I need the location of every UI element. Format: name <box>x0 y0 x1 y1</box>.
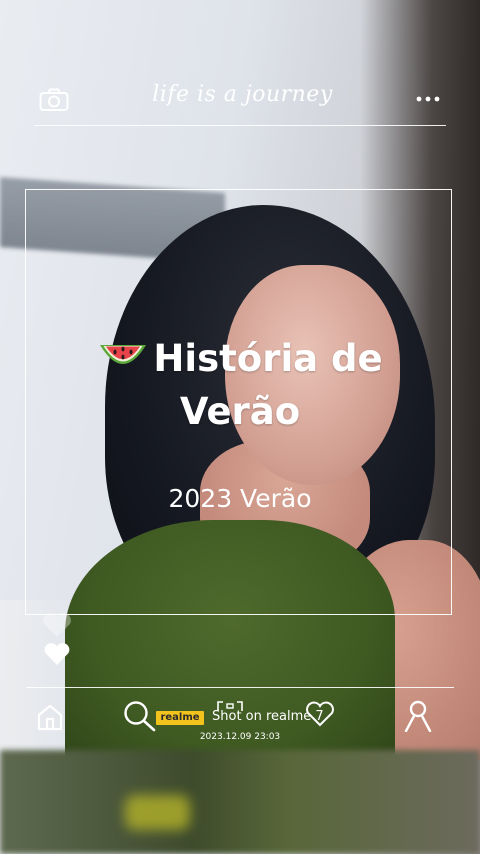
headline: História de Verão <box>40 332 440 438</box>
person-icon[interactable] <box>403 700 433 732</box>
heart-ghost-icon <box>43 613 71 637</box>
headline-line2: Verão <box>179 390 301 433</box>
heart-icon[interactable] <box>43 642 71 666</box>
watermelon-icon <box>100 345 147 364</box>
photo-yellow-blur <box>125 795 190 830</box>
search-icon[interactable] <box>122 700 156 732</box>
top-divider <box>34 125 446 126</box>
subtitle: 2023 Verão <box>168 484 312 513</box>
script-title: life is a journey <box>152 82 333 107</box>
camera-icon[interactable] <box>39 88 69 112</box>
headline-line1: História de <box>153 337 383 380</box>
realme-badge: realme <box>156 711 204 725</box>
timestamp: 2023.12.09 23:03 <box>199 732 281 742</box>
photo-bottom-blur <box>0 750 480 854</box>
heart-outline-icon[interactable] <box>305 701 335 727</box>
bottom-divider <box>26 687 454 688</box>
home-icon[interactable] <box>36 703 64 731</box>
more-dots-icon[interactable] <box>416 94 440 104</box>
